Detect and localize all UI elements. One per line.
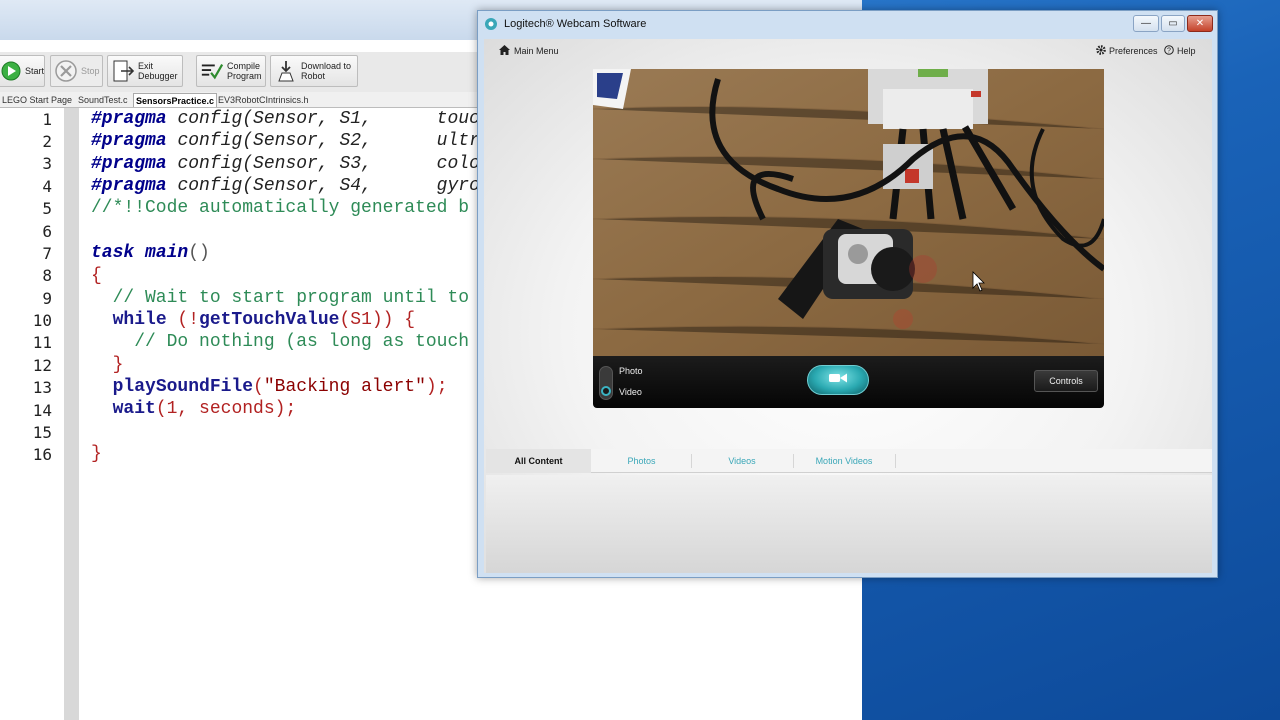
stop-button[interactable]: Stop xyxy=(50,55,103,87)
photo-mode-label[interactable]: Photo xyxy=(619,366,643,376)
webcam-preview xyxy=(593,69,1104,356)
capture-controls-bar: Photo Video Controls xyxy=(593,356,1104,408)
webcam-feed-image xyxy=(593,69,1104,356)
logitech-app-icon xyxy=(484,17,498,31)
line-number: 15 xyxy=(32,423,52,442)
svg-text:?: ? xyxy=(1167,48,1171,55)
tab-motion-videos[interactable]: Motion Videos xyxy=(794,449,894,473)
line-number: 7 xyxy=(42,244,52,263)
gear-icon xyxy=(1096,45,1106,57)
video-camera-icon xyxy=(829,371,847,389)
download-to-robot-button[interactable]: Download to Robot xyxy=(270,55,358,87)
help-label: Help xyxy=(1177,46,1196,56)
line-number: 11 xyxy=(32,333,52,352)
line-number: 5 xyxy=(42,199,52,218)
line-number: 9 xyxy=(42,289,52,308)
code-line-3: #pragma config(Sensor, S3, colo xyxy=(91,154,480,174)
code-line-16: } xyxy=(91,444,102,464)
compile-label: Compile Program xyxy=(227,61,262,81)
download-label: Download to Robot xyxy=(301,61,352,81)
tab-videos[interactable]: Videos xyxy=(692,449,792,473)
compile-program-button[interactable]: Compile Program xyxy=(196,55,266,87)
code-line-13: playSoundFile("Backing alert"); xyxy=(112,377,448,397)
preferences-link[interactable]: Preferences xyxy=(1096,45,1158,57)
line-number-gutter: 1 2 3 4 5 6 7 8 9 10 11 12 13 14 15 16 xyxy=(0,108,64,720)
minimize-button[interactable]: — xyxy=(1133,15,1159,32)
maximize-button[interactable]: ▭ xyxy=(1161,15,1185,32)
tab-soundtest[interactable]: SoundTest.c xyxy=(76,93,130,107)
home-icon xyxy=(499,45,510,57)
stop-label: Stop xyxy=(81,66,100,76)
logitech-webcam-window: Logitech® Webcam Software — ▭ ✕ Main Men… xyxy=(477,10,1218,578)
help-link[interactable]: ? Help xyxy=(1164,45,1196,57)
tab-ev3robotcintrinsics[interactable]: EV3RobotCIntrinsics.h xyxy=(216,93,311,107)
main-menu-label: Main Menu xyxy=(514,46,559,56)
editor-margin-bar xyxy=(64,108,79,720)
preferences-label: Preferences xyxy=(1109,46,1158,56)
toggle-knob xyxy=(601,386,611,396)
start-button[interactable]: Start xyxy=(0,55,45,87)
tab-all-content[interactable]: All Content xyxy=(486,449,591,473)
close-button[interactable]: ✕ xyxy=(1187,15,1213,32)
line-number: 4 xyxy=(42,177,52,196)
photo-video-toggle[interactable] xyxy=(599,366,613,400)
logitech-title-bar[interactable]: Logitech® Webcam Software — ▭ ✕ xyxy=(478,11,1217,37)
line-number: 8 xyxy=(42,266,52,285)
line-number: 13 xyxy=(32,378,52,397)
tab-sensorspractice[interactable]: SensorsPractice.c xyxy=(133,93,218,107)
logitech-main-panel: Main Menu Preferences ? Help Photo Video… xyxy=(484,39,1212,573)
line-number: 12 xyxy=(32,356,52,375)
line-number: 6 xyxy=(42,222,52,241)
download-robot-icon xyxy=(274,59,298,83)
controls-button[interactable]: Controls xyxy=(1034,370,1098,392)
code-line-10: while (!getTouchValue(S1)) { xyxy=(112,310,416,330)
video-mode-label[interactable]: Video xyxy=(619,387,642,397)
compile-icon xyxy=(200,59,224,83)
code-line-5: //*!!Code automatically generated b xyxy=(91,198,470,218)
tab-lego-start-page[interactable]: LEGO Start Page xyxy=(0,93,74,107)
help-icon: ? xyxy=(1164,45,1174,57)
code-line-1: #pragma config(Sensor, S1, touc xyxy=(91,109,480,129)
exit-door-icon xyxy=(111,59,135,83)
exit-debugger-button[interactable]: Exit Debugger xyxy=(107,55,183,87)
content-gallery xyxy=(486,475,1212,573)
exit-debugger-label: Exit Debugger xyxy=(138,61,178,81)
stop-icon xyxy=(54,59,78,83)
content-tab-bar: All Content Photos Videos Motion Videos xyxy=(486,449,1212,473)
tab-separator xyxy=(895,454,896,468)
line-number: 10 xyxy=(32,311,52,330)
line-number: 14 xyxy=(32,401,52,420)
line-number: 3 xyxy=(42,154,52,173)
code-line-2: #pragma config(Sensor, S2, ultr xyxy=(91,131,480,151)
record-video-button[interactable] xyxy=(807,365,869,395)
code-line-12: } xyxy=(91,355,124,375)
line-number: 2 xyxy=(42,132,52,151)
code-line-11: // Do nothing (as long as touch xyxy=(91,332,470,352)
code-line-8: { xyxy=(91,266,102,286)
play-icon xyxy=(0,59,22,83)
code-line-9: // Wait to start program until to xyxy=(91,288,470,308)
main-menu-link[interactable]: Main Menu xyxy=(499,45,559,57)
line-number: 1 xyxy=(42,110,52,129)
line-number: 16 xyxy=(32,445,52,464)
start-label: Start xyxy=(24,66,44,76)
code-line-4: #pragma config(Sensor, S4, gyro xyxy=(91,176,480,196)
code-line-7: task main() xyxy=(91,243,210,263)
tab-photos[interactable]: Photos xyxy=(592,449,691,473)
code-line-14: wait(1, seconds); xyxy=(112,399,297,419)
window-title: Logitech® Webcam Software xyxy=(504,18,647,30)
